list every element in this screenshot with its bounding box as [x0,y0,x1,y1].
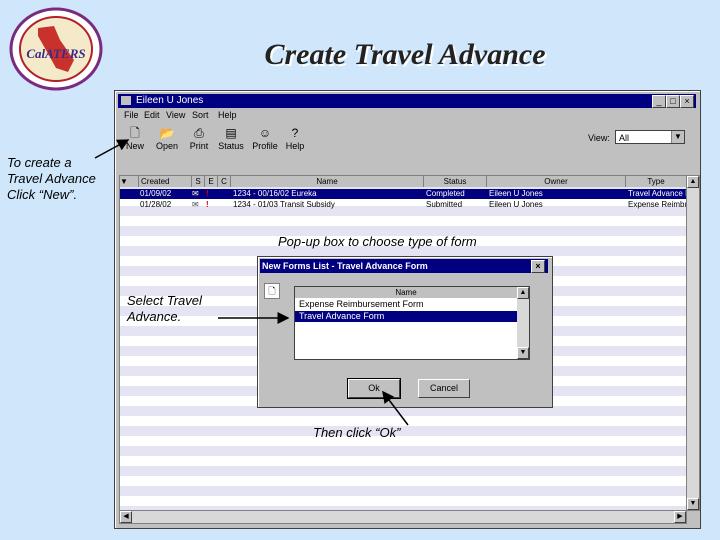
annotation-arrows [94,139,409,426]
arrow-to-new [94,139,130,159]
arrow-to-ok [382,390,409,426]
